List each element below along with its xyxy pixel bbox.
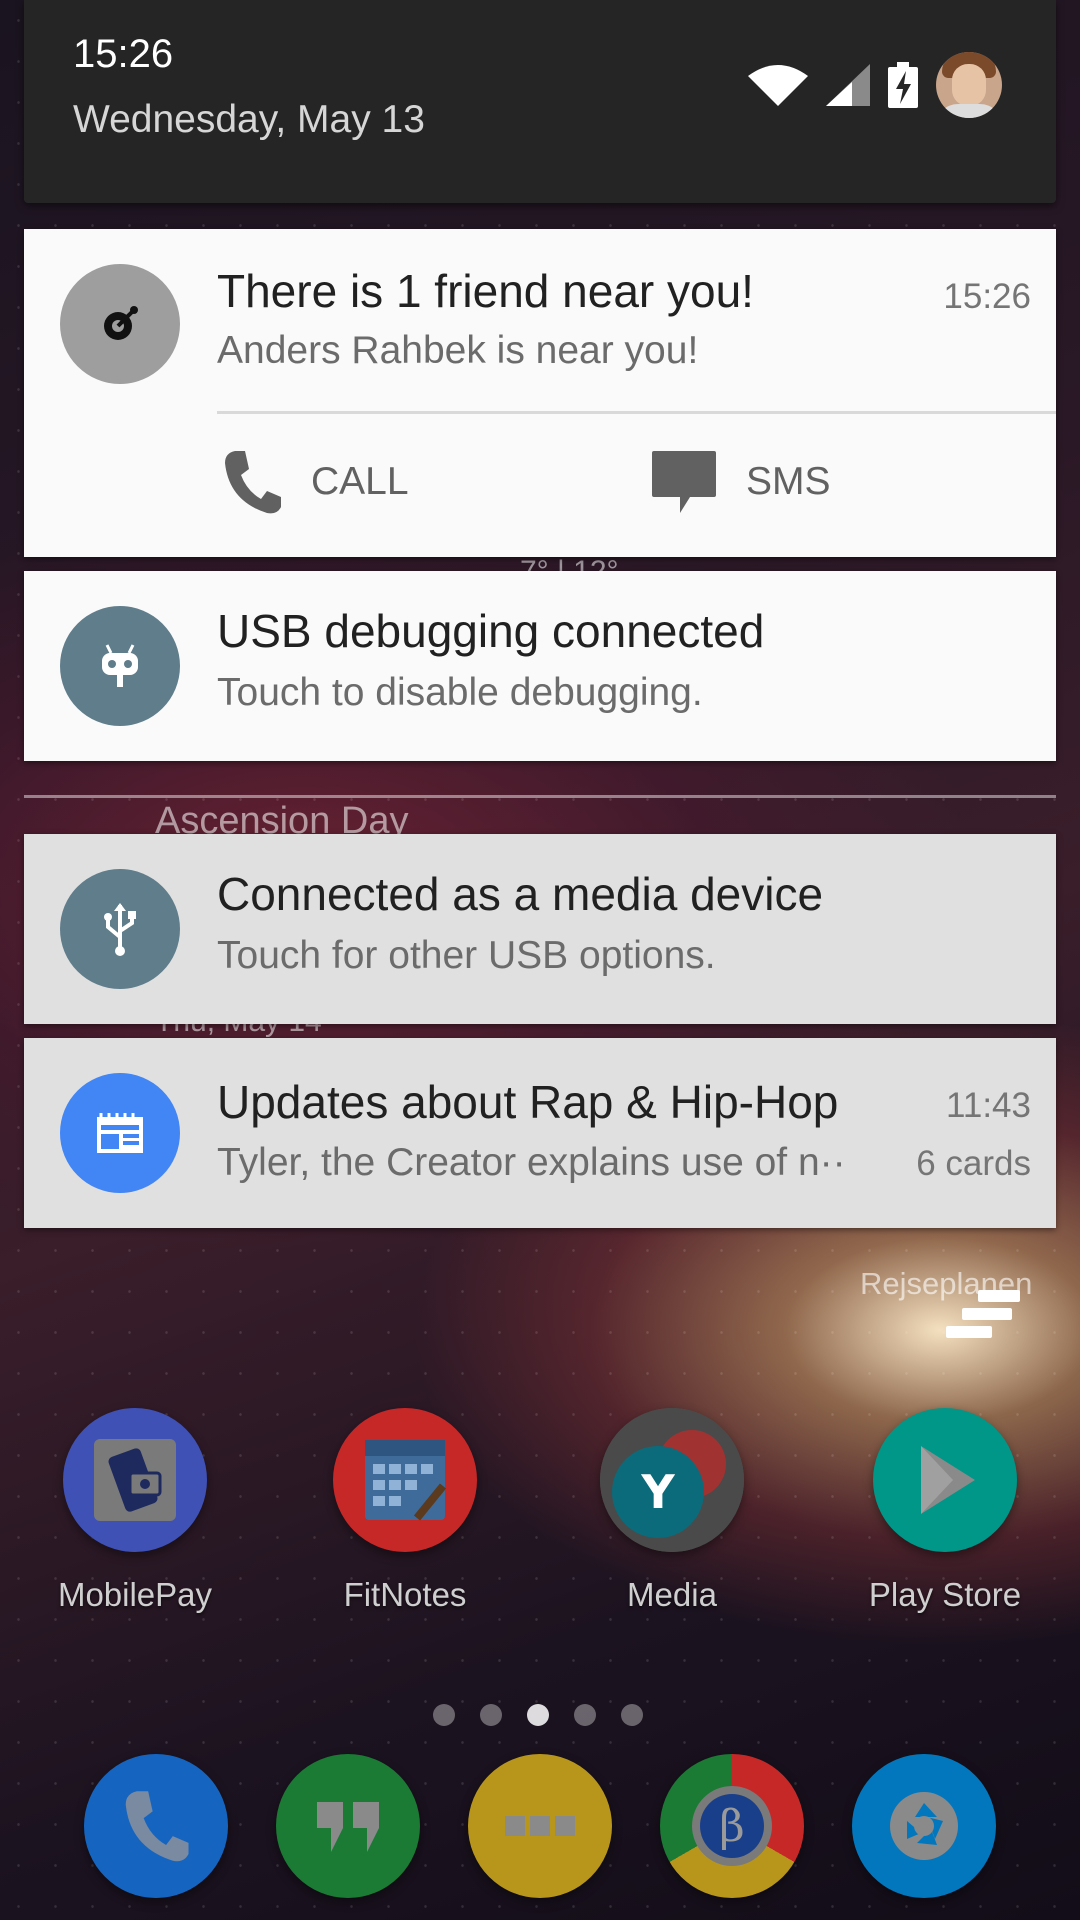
fitnotes-icon bbox=[333, 1408, 477, 1552]
app-label: Media bbox=[627, 1576, 717, 1613]
notification-text: Touch to disable debugging. bbox=[217, 671, 703, 714]
cell-signal-icon bbox=[826, 64, 870, 106]
notification-card-count: 6 cards bbox=[916, 1144, 1031, 1183]
battery-charging-icon bbox=[888, 62, 918, 108]
page-indicator bbox=[433, 1704, 643, 1726]
notification-friend-nearby[interactable]: There is 1 friend near you! Anders Rahbe… bbox=[24, 229, 1056, 557]
notification-usb-debugging[interactable]: USB debugging connected Touch to disable… bbox=[24, 571, 1056, 761]
phone-icon bbox=[225, 451, 281, 514]
app-fitnotes[interactable]: FitNotes bbox=[305, 1408, 505, 1614]
user-avatar[interactable] bbox=[936, 52, 1002, 118]
dock-camera-icon[interactable] bbox=[852, 1754, 996, 1898]
date-label[interactable]: Wednesday, May 13 bbox=[73, 98, 425, 142]
svg-text:β: β bbox=[719, 1801, 744, 1852]
action-divider bbox=[217, 411, 1056, 414]
call-action-button[interactable]: CALL bbox=[221, 449, 409, 515]
page-dot[interactable] bbox=[433, 1704, 455, 1726]
app-label: MobilePay bbox=[57, 1576, 213, 1613]
wifi-icon bbox=[748, 65, 808, 106]
notification-section-divider bbox=[24, 795, 1056, 798]
notification-time: 11:43 bbox=[946, 1086, 1031, 1125]
radar-icon bbox=[60, 264, 180, 384]
svg-text:Y: Y bbox=[640, 1465, 675, 1519]
notification-time: 15:26 bbox=[943, 277, 1031, 316]
notification-title: USB debugging connected bbox=[217, 605, 765, 657]
notification-media-device[interactable]: Connected as a media device Touch for ot… bbox=[24, 834, 1056, 1024]
app-folder-media[interactable]: Y Media bbox=[572, 1408, 772, 1614]
page-dot[interactable] bbox=[621, 1704, 643, 1726]
clock: 15:26 bbox=[73, 32, 174, 76]
calendar-card-icon bbox=[60, 1073, 180, 1193]
page-dot[interactable] bbox=[574, 1704, 596, 1726]
android-debug-icon bbox=[60, 606, 180, 726]
sms-action-button[interactable]: SMS bbox=[650, 449, 831, 515]
media-folder-icon: Y bbox=[600, 1408, 744, 1552]
sms-label: SMS bbox=[746, 460, 831, 503]
app-label: Play Store bbox=[868, 1576, 1022, 1613]
notification-text: Touch for other USB options. bbox=[217, 934, 716, 977]
call-label: CALL bbox=[311, 460, 409, 503]
sms-icon bbox=[652, 451, 716, 513]
dock-chrome-beta-icon[interactable]: β bbox=[660, 1754, 804, 1898]
app-play-store[interactable]: Play Store bbox=[845, 1408, 1045, 1614]
usb-icon bbox=[60, 869, 180, 989]
app-label: FitNotes bbox=[343, 1576, 467, 1613]
app-mobilepay[interactable]: MobilePay bbox=[35, 1408, 235, 1614]
play-store-icon bbox=[873, 1408, 1017, 1552]
notification-text: Anders Rahbek is near you! bbox=[217, 329, 699, 372]
mobilepay-icon bbox=[63, 1408, 207, 1552]
dock-hangouts-icon[interactable] bbox=[276, 1754, 420, 1898]
notification-text: Tyler, the Creator explains use of n·· bbox=[217, 1141, 846, 1184]
notification-header: 15:26 Wednesday, May 13 bbox=[24, 0, 1056, 203]
notification-title: Connected as a media device bbox=[217, 868, 824, 920]
page-dot[interactable] bbox=[480, 1704, 502, 1726]
notification-title: There is 1 friend near you! bbox=[217, 265, 754, 317]
clear-all-icon[interactable] bbox=[946, 1290, 1020, 1338]
page-dot-active[interactable] bbox=[527, 1704, 549, 1726]
status-icons bbox=[748, 52, 1002, 118]
notification-title: Updates about Rap & Hip-Hop bbox=[217, 1076, 839, 1128]
notification-google-now-cards[interactable]: Updates about Rap & Hip-Hop Tyler, the C… bbox=[24, 1038, 1056, 1228]
dock-app-drawer-icon[interactable] bbox=[468, 1754, 612, 1898]
dock-phone-icon[interactable] bbox=[84, 1754, 228, 1898]
